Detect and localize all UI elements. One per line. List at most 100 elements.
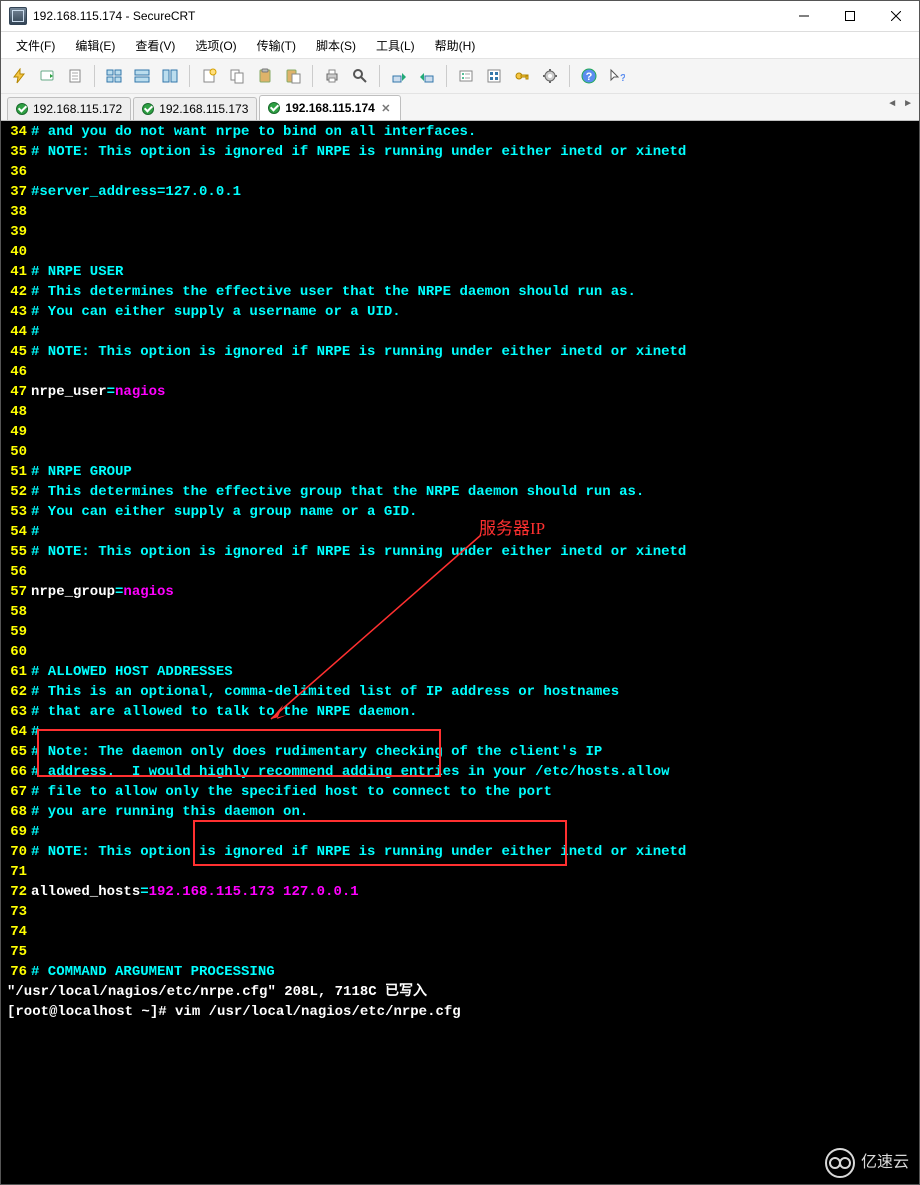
menu-tools[interactable]: 工具(L) [371, 34, 420, 57]
tab-close-icon[interactable]: ✕ [380, 102, 392, 114]
line-content: nrpe_group=nagios [27, 582, 917, 602]
line-number: 68 [3, 802, 27, 822]
tb-quick-connect[interactable] [35, 64, 59, 88]
terminal-line: 35# NOTE: This option is ignored if NRPE… [3, 142, 917, 162]
menu-file[interactable]: 文件(F) [11, 34, 60, 57]
line-number: 46 [3, 362, 27, 382]
terminal-line: 55# NOTE: This option is ignored if NRPE… [3, 542, 917, 562]
tb-new[interactable] [197, 64, 221, 88]
tb-lightning[interactable] [7, 64, 31, 88]
line-content: # [27, 322, 917, 342]
line-number: 44 [3, 322, 27, 342]
menu-help[interactable]: 帮助(H) [430, 34, 481, 57]
terminal-line: 64# [3, 722, 917, 742]
line-number: 35 [3, 142, 27, 162]
close-button[interactable] [873, 1, 919, 31]
menu-script[interactable]: 脚本(S) [311, 34, 361, 57]
tb-receive[interactable] [415, 64, 439, 88]
tab-prev-icon[interactable]: ◄ [887, 98, 897, 109]
line-content: # NRPE GROUP [27, 462, 917, 482]
tb-tile3[interactable] [158, 64, 182, 88]
line-number: 67 [3, 782, 27, 802]
terminal-line: 73 [3, 902, 917, 922]
tb-find[interactable] [348, 64, 372, 88]
tb-paste-special[interactable] [281, 64, 305, 88]
line-content [27, 402, 917, 422]
menu-edit[interactable]: 编辑(E) [70, 34, 120, 57]
annotation-server-ip: 服务器IP [479, 519, 545, 539]
tb-tile1[interactable] [102, 64, 126, 88]
line-content [27, 642, 917, 662]
terminal-line: 72allowed_hosts=192.168.115.173 127.0.0.… [3, 882, 917, 902]
tb-print[interactable] [320, 64, 344, 88]
tb-script[interactable] [63, 64, 87, 88]
line-content: # This determines the effective group th… [27, 482, 917, 502]
svg-text:?: ? [586, 71, 593, 83]
session-tab-2[interactable]: 192.168.115.173 [133, 97, 257, 120]
menu-view[interactable]: 查看(V) [130, 34, 180, 57]
line-number: 34 [3, 122, 27, 142]
line-content [27, 362, 917, 382]
tb-settings[interactable] [538, 64, 562, 88]
maximize-button[interactable] [827, 1, 873, 31]
shell-prompt[interactable]: [root@localhost ~]# vim /usr/local/nagio… [3, 1002, 917, 1022]
tb-key[interactable] [510, 64, 534, 88]
terminal-line: 68# you are running this daemon on. [3, 802, 917, 822]
tab-next-icon[interactable]: ► [903, 98, 913, 109]
terminal-line: 45# NOTE: This option is ignored if NRPE… [3, 342, 917, 362]
tb-help[interactable]: ? [577, 64, 601, 88]
line-number: 59 [3, 622, 27, 642]
line-number: 52 [3, 482, 27, 502]
tab-label: 192.168.115.172 [33, 102, 122, 116]
line-number: 49 [3, 422, 27, 442]
line-content [27, 622, 917, 642]
terminal-line: 74 [3, 922, 917, 942]
terminal-line: 58 [3, 602, 917, 622]
app-icon [9, 7, 27, 25]
session-tab-3[interactable]: 192.168.115.174 ✕ [259, 95, 400, 120]
svg-text:?: ? [620, 73, 625, 84]
menu-transfer[interactable]: 传输(T) [252, 34, 301, 57]
line-number: 70 [3, 842, 27, 862]
tb-options[interactable] [482, 64, 506, 88]
line-content: # This is an optional, comma-delimited l… [27, 682, 917, 702]
line-content: # NOTE: This option is ignored if NRPE i… [27, 842, 917, 862]
line-content: # You can either supply a group name or … [27, 502, 917, 522]
titlebar[interactable]: 192.168.115.174 - SecureCRT [1, 1, 919, 32]
line-number: 60 [3, 642, 27, 662]
line-content [27, 602, 917, 622]
terminal-line: 37#server_address=127.0.0.1 [3, 182, 917, 202]
terminal[interactable]: 34# and you do not want nrpe to bind on … [1, 121, 919, 1184]
line-number: 53 [3, 502, 27, 522]
line-number: 75 [3, 942, 27, 962]
tb-send[interactable] [387, 64, 411, 88]
line-number: 54 [3, 522, 27, 542]
terminal-line: 49 [3, 422, 917, 442]
terminal-line: 39 [3, 222, 917, 242]
line-content [27, 442, 917, 462]
line-number: 73 [3, 902, 27, 922]
terminal-line: 36 [3, 162, 917, 182]
line-number: 41 [3, 262, 27, 282]
terminal-line: 44# [3, 322, 917, 342]
terminal-line: 34# and you do not want nrpe to bind on … [3, 122, 917, 142]
terminal-line: 50 [3, 442, 917, 462]
tb-context-help[interactable]: ? [605, 64, 629, 88]
line-number: 50 [3, 442, 27, 462]
tb-tile2[interactable] [130, 64, 154, 88]
tb-paste[interactable] [253, 64, 277, 88]
tb-copy[interactable] [225, 64, 249, 88]
line-number: 64 [3, 722, 27, 742]
terminal-line: 43# You can either supply a username or … [3, 302, 917, 322]
line-number: 48 [3, 402, 27, 422]
terminal-line: 47nrpe_user=nagios [3, 382, 917, 402]
line-content: # ALLOWED HOST ADDRESSES [27, 662, 917, 682]
tb-properties[interactable] [454, 64, 478, 88]
session-tab-1[interactable]: 192.168.115.172 [7, 97, 131, 120]
minimize-button[interactable] [781, 1, 827, 31]
terminal-line: 61# ALLOWED HOST ADDRESSES [3, 662, 917, 682]
tab-scroll-controls: ◄ ► [887, 98, 913, 109]
watermark-logo-icon [825, 1148, 855, 1178]
line-content: # You can either supply a username or a … [27, 302, 917, 322]
menu-option[interactable]: 选项(O) [190, 34, 241, 57]
